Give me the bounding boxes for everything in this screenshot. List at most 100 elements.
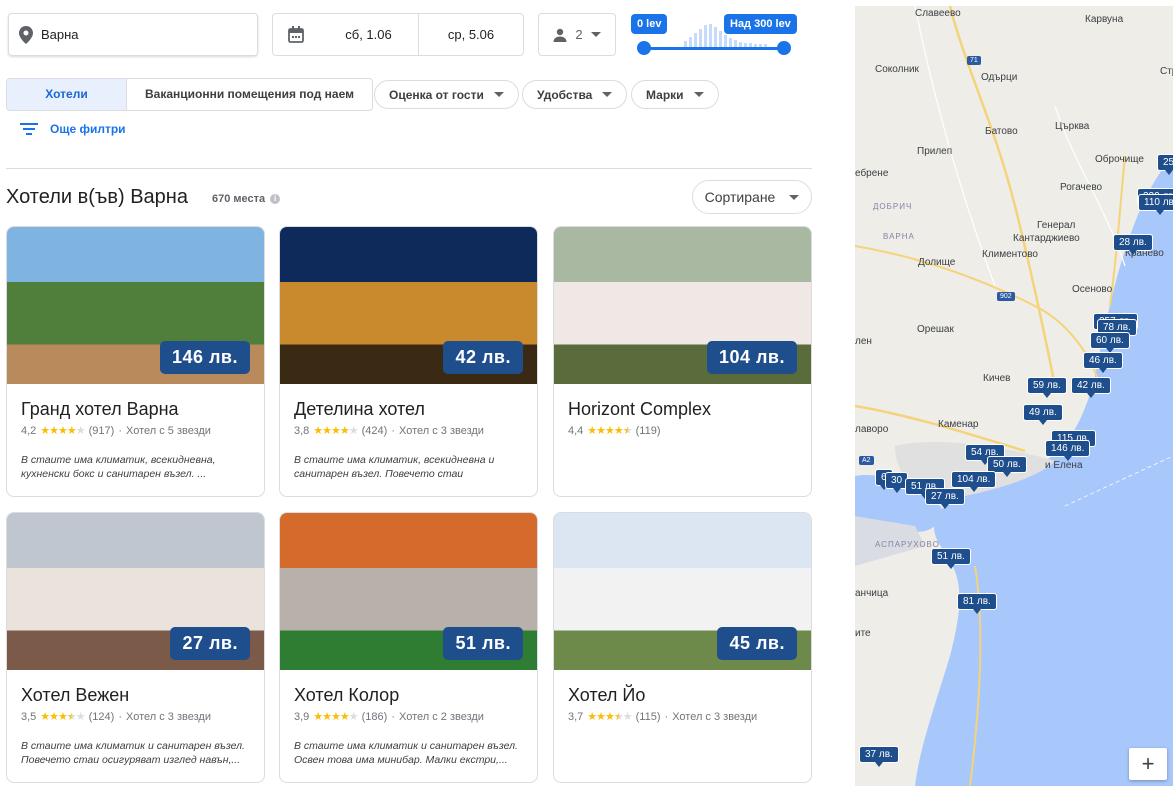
- hotel-name[interactable]: Horizont Complex: [568, 399, 711, 420]
- map-place-label: ите: [855, 628, 871, 639]
- map-price-pin[interactable]: 27 лв.: [925, 488, 965, 509]
- separator: ·: [664, 710, 669, 723]
- date-picker[interactable]: сб, 1.06 ср, 5.06: [272, 13, 524, 56]
- hotel-price: 51 лв.: [443, 627, 523, 660]
- hotel-name[interactable]: Хотел Йо: [568, 685, 645, 706]
- hotel-card[interactable]: 51 лв. Хотел Колор 3,9 ★★★★★ (186) · Хотел с 2…: [279, 512, 538, 783]
- hotel-reviews: (424): [361, 424, 388, 437]
- star-rating-icon: ★★★★★: [313, 425, 358, 437]
- hotel-card[interactable]: 42 лв. Детелина хотел 3,8 ★★★★★ (424) · Хотел …: [279, 226, 538, 497]
- hotel-price: 45 лв.: [717, 627, 797, 660]
- hotel-meta: 4,2 ★★★★★ (917) · Хотел с 5 звезди: [21, 424, 211, 438]
- map-price-pin[interactable]: 104 лв.: [951, 471, 997, 492]
- check-in-date[interactable]: сб, 1.06: [319, 13, 419, 56]
- map-price-pin[interactable]: 25: [1157, 154, 1173, 175]
- map-place-label: Климентово: [982, 249, 1038, 260]
- map-price-pin[interactable]: 42 лв.: [1071, 377, 1111, 398]
- star-rating-icon: ★★★★★: [313, 711, 358, 723]
- separator: ·: [391, 424, 395, 437]
- map-price-pin[interactable]: 60 лв.: [1090, 332, 1130, 353]
- hotel-reviews: (917): [88, 424, 115, 437]
- results-title: Хотели в(ъв) Варна: [6, 186, 188, 208]
- map-place-label: Долище: [918, 257, 956, 268]
- map-price-pin[interactable]: 49 лв.: [1023, 404, 1063, 425]
- map-region-label: ДОБРИЧ: [873, 202, 913, 211]
- info-icon[interactable]: i: [270, 194, 281, 204]
- map-region-label: ВАРНА: [883, 232, 915, 241]
- hotel-description: В стаите има климатик, всекидневна и сан…: [294, 454, 495, 480]
- hotel-reviews: (119): [635, 424, 661, 437]
- zoom-in-button[interactable]: +: [1129, 748, 1167, 780]
- road-number-label: 902: [997, 292, 1015, 301]
- map-price-pin[interactable]: 146 лв.: [1045, 440, 1091, 461]
- hotel-name[interactable]: Хотел Колор: [294, 685, 399, 706]
- guests-count: 2: [575, 27, 583, 42]
- location-search[interactable]: Варна: [8, 13, 258, 56]
- map-price-pin[interactable]: 37 лв.: [859, 746, 899, 767]
- hotel-rating: 3,8: [294, 424, 310, 437]
- map-place-label: Стр: [1160, 66, 1173, 77]
- guest-rating-filter[interactable]: Оценка от гости: [374, 80, 519, 109]
- hotel-name[interactable]: Гранд хотел Варна: [21, 399, 179, 420]
- hotel-meta: 3,8 ★★★★★ (424) · Хотел с 3 звезди: [294, 424, 484, 438]
- price-max-label: Над 300 lev: [724, 14, 797, 34]
- star-rating-icon: ★★★★★: [40, 711, 85, 723]
- results-count: 670 места i: [212, 193, 281, 205]
- guests-selector[interactable]: 2: [538, 13, 616, 56]
- hotel-price: 104 лв.: [706, 341, 797, 374]
- price-range-slider[interactable]: 0 lev Над 300 lev: [630, 12, 797, 56]
- map-price-pin[interactable]: 51 лв.: [931, 548, 971, 569]
- separator: ·: [118, 710, 122, 723]
- brands-filter[interactable]: Марки: [631, 80, 719, 109]
- map-place-label: Соколник: [875, 64, 919, 75]
- sort-label: Сортиране: [704, 189, 776, 205]
- hotel-card[interactable]: 146 лв. Гранд хотел Варна 4,2 ★★★★★ (917) · Хо…: [6, 226, 265, 497]
- price-min-handle[interactable]: [637, 41, 651, 55]
- hotel-class: Хотел с 3 звезди: [398, 424, 484, 437]
- map-place-label: Каменар: [938, 419, 979, 430]
- map-place-label: лен: [855, 336, 872, 347]
- person-icon: [553, 28, 567, 42]
- map-price-pin[interactable]: 110 лв.: [1138, 194, 1173, 215]
- hotel-card[interactable]: 27 лв. Хотел Вежен 3,5 ★★★★★ (124) · Хотел с 3…: [6, 512, 265, 783]
- road-number-label: 71: [967, 56, 981, 65]
- more-filters-label: Още филтри: [50, 122, 126, 136]
- hotel-meta: 3,7 ★★★★★ (115) · Хотел с 3 звезди: [568, 710, 758, 724]
- hotel-class: Хотел с 5 звезди: [125, 424, 211, 437]
- chip-label: Удобства: [537, 87, 593, 102]
- hotel-price: 27 лв.: [170, 627, 250, 660]
- map-price-pin[interactable]: 59 лв.: [1027, 377, 1067, 398]
- sort-button[interactable]: Сортиране: [692, 180, 812, 214]
- amenities-filter[interactable]: Удобства: [522, 80, 628, 109]
- hotel-name[interactable]: Детелина хотел: [294, 399, 425, 420]
- hotel-name[interactable]: Хотел Вежен: [21, 685, 129, 706]
- results-count-text: 670 места: [212, 193, 266, 205]
- more-filters-button[interactable]: Още филтри: [20, 122, 126, 136]
- hotel-description: В стаите има климатик, всекидневна, кухн…: [21, 454, 216, 480]
- road-number-label: A2: [859, 456, 874, 465]
- map[interactable]: Славеево Карвуна Соколник Одърци Стр Батово Цъ…: [855, 6, 1173, 786]
- slider-track: [644, 47, 783, 50]
- map-price-pin[interactable]: 28 лв.: [1113, 234, 1153, 255]
- check-out-date[interactable]: ср, 5.06: [419, 27, 523, 42]
- map-place-label: Кичев: [983, 373, 1011, 384]
- hotel-reviews: (186): [361, 710, 388, 723]
- hotel-card[interactable]: 104 лв. Horizont Complex 4,4 ★★★★★ (119): [553, 226, 812, 497]
- hotel-price: 42 лв.: [443, 341, 523, 374]
- calendar-icon: [288, 26, 304, 43]
- price-max-handle[interactable]: [777, 41, 791, 55]
- map-price-pin[interactable]: 81 лв.: [957, 593, 997, 614]
- hotel-reviews: (124): [88, 710, 115, 723]
- star-rating-icon: ★★★★★: [587, 425, 632, 437]
- map-place-label: Осеново: [1072, 284, 1113, 295]
- separator: ·: [391, 710, 395, 723]
- map-price-pin[interactable]: 46 лв.: [1083, 352, 1123, 373]
- tab-vacation-rentals[interactable]: Ваканционни помещения под наем: [127, 79, 372, 110]
- tab-hotels[interactable]: Хотели: [7, 79, 127, 110]
- hotel-card[interactable]: 45 лв. Хотел Йо 3,7 ★★★★★ (115) · Хотел с 3 зв…: [553, 512, 812, 783]
- location-input[interactable]: Варна: [41, 27, 79, 42]
- star-rating-icon: ★★★★★: [40, 425, 85, 437]
- hotel-rating: 4,4: [568, 424, 584, 437]
- filter-icon: [20, 123, 38, 135]
- hotel-class: Хотел с 3 звезди: [672, 710, 758, 723]
